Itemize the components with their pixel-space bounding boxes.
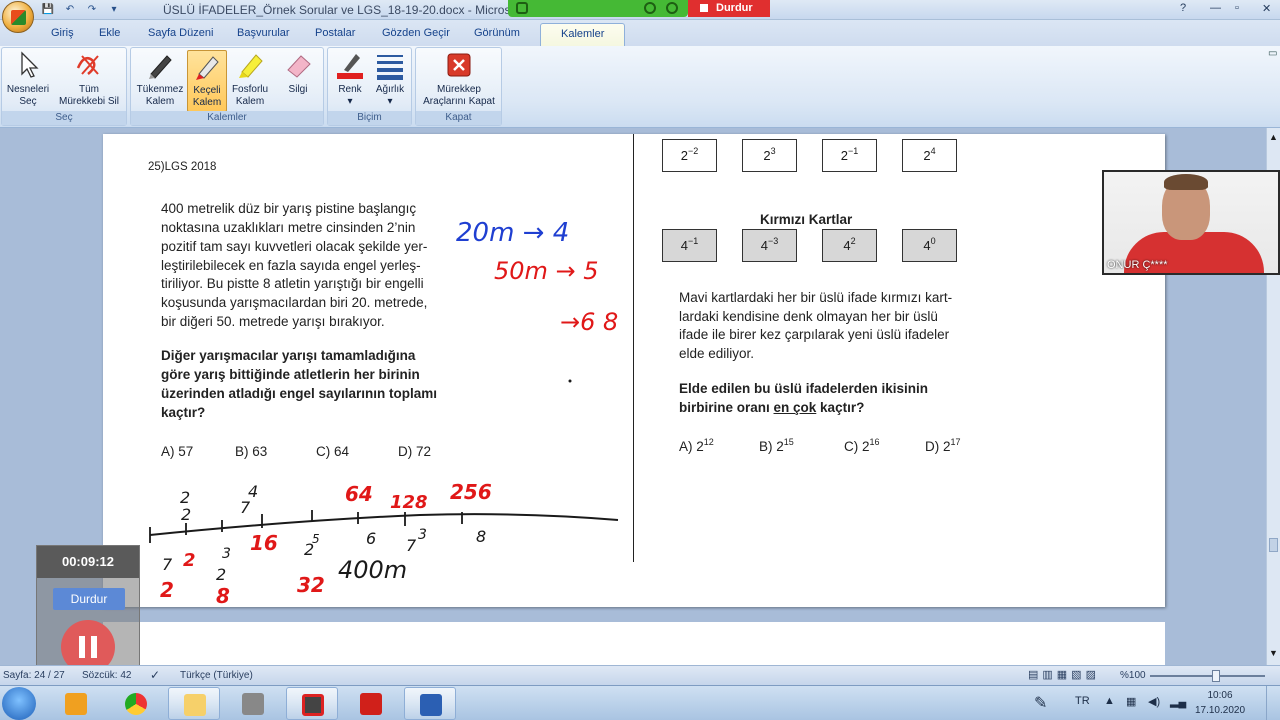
taskbar: ✎ TR ▲ ▦ ◀) ▂▄ 10:06 17.10.2020	[0, 685, 1280, 720]
network-icon[interactable]: ▦	[1126, 695, 1136, 708]
pen-tray-icon[interactable]: ✎	[1034, 693, 1047, 713]
media-player-icon	[65, 693, 87, 715]
webcam-person-hair	[1164, 174, 1208, 190]
ink-red-note: 50m → 5	[494, 257, 599, 285]
ink-black-number: 6	[366, 529, 376, 548]
zoom-level[interactable]: %100	[1120, 670, 1146, 681]
ink-black-number: 7	[162, 555, 173, 574]
ink-red-number: 32	[297, 573, 325, 597]
folder-icon	[184, 694, 206, 716]
ink-dot	[568, 379, 572, 383]
recorder-app-button[interactable]	[286, 687, 338, 720]
ink-black-number: 2	[181, 505, 191, 524]
ink-red-number: 2	[160, 578, 174, 602]
ink-black-number: 3	[418, 527, 427, 543]
ink-black-number: 2	[216, 565, 226, 584]
page-count[interactable]: Sayfa: 24 / 27	[3, 670, 65, 681]
recorder-app-icon	[302, 694, 324, 716]
word-count[interactable]: Sözcük: 42	[82, 670, 131, 681]
word-icon	[420, 694, 442, 716]
ink-red-number: 128	[390, 492, 428, 513]
zoom-slider-knob[interactable]	[1212, 670, 1220, 682]
clock[interactable]: 10:06 17.10.2020	[1190, 688, 1250, 718]
ink-black-number: 7	[240, 498, 251, 517]
zoom-slider[interactable]	[1150, 675, 1265, 677]
signal-icon[interactable]: ▂▄	[1170, 695, 1186, 708]
pen-app-icon	[242, 693, 264, 715]
clock-date: 17.10.2020	[1194, 705, 1246, 716]
recording-stop-button[interactable]: Durdur	[53, 588, 125, 610]
chrome-button[interactable]	[110, 687, 162, 720]
ink-layer: 20m → 4 50m → 5 →6 8 400m 64 128 256 16 …	[149, 218, 619, 608]
office-button[interactable]	[2, 1, 34, 33]
pen-app-button[interactable]	[227, 687, 279, 720]
ink-black-number: 3	[222, 546, 231, 562]
tray-expand-icon[interactable]: ▲	[1104, 695, 1115, 707]
language[interactable]: Türkçe (Türkiye)	[180, 670, 253, 681]
acrobat-button[interactable]	[345, 687, 397, 720]
ink-black-number: 5	[312, 532, 320, 546]
media-player-button[interactable]	[50, 687, 102, 720]
view-buttons-icon[interactable]: ▤▥▦▧▨	[1028, 668, 1100, 681]
show-desktop-button[interactable]	[1266, 686, 1280, 720]
office-logo-icon	[11, 10, 26, 25]
clock-time: 10:06	[1207, 690, 1233, 701]
volume-icon[interactable]: ◀)	[1148, 695, 1160, 708]
status-bar: Sayfa: 24 / 27 Sözcük: 42 ✓ Türkçe (Türk…	[0, 665, 1280, 685]
start-button[interactable]	[2, 687, 36, 720]
ink-black-note: 400m	[338, 556, 407, 584]
explorer-button[interactable]	[168, 687, 220, 720]
webcam-name: ONUR Ç****	[1107, 259, 1168, 271]
ink-blue-note: 20m → 4	[456, 218, 569, 248]
ink-red-note: →6 8	[560, 308, 618, 336]
word-button[interactable]	[404, 687, 456, 720]
acrobat-icon	[360, 693, 382, 715]
ink-black-number: 8	[476, 527, 486, 546]
ink-track-line	[149, 513, 619, 536]
ink-red-number: 256	[450, 480, 492, 504]
ink-black-number: 7	[406, 536, 417, 555]
recording-timer: 00:09:12	[37, 546, 139, 578]
ink-red-number: 2	[183, 550, 196, 571]
ink-red-number: 64	[345, 482, 373, 506]
spellcheck-icon[interactable]: ✓	[150, 668, 160, 682]
chrome-icon	[125, 693, 147, 715]
keyboard-language[interactable]: TR	[1075, 695, 1090, 707]
webcam-overlay: ONUR Ç****	[1102, 170, 1280, 275]
ink-red-number: 8	[216, 584, 230, 608]
ink-red-number: 16	[250, 531, 278, 555]
